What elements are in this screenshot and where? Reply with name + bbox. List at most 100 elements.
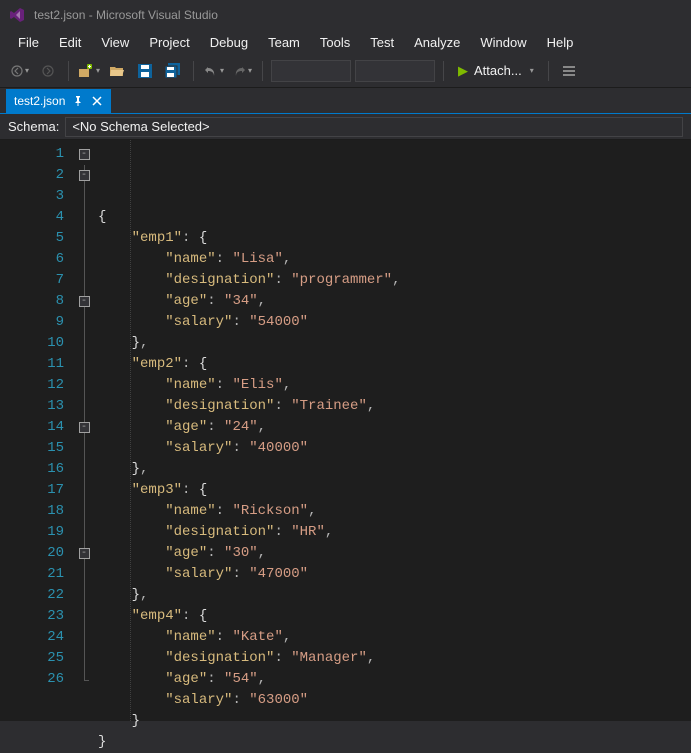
menu-test[interactable]: Test [360, 32, 404, 53]
code-line: "age": "24", [98, 417, 691, 438]
line-number: 6 [20, 249, 64, 270]
fold-toggle[interactable]: - [79, 296, 90, 307]
fold-toggle[interactable]: - [79, 548, 90, 559]
toolbar-separator [262, 61, 263, 81]
chevron-down-icon: ▾ [248, 66, 252, 75]
code-line: "name": "Rickson", [98, 501, 691, 522]
code-line: "salary": "40000" [98, 438, 691, 459]
undo-button[interactable]: ▾ [202, 59, 226, 83]
code-line: } [98, 732, 691, 753]
line-number: 24 [20, 627, 64, 648]
line-number: 5 [20, 228, 64, 249]
main-toolbar: ▾ ▾ ▾ ▾ ▶ Attach... ▾ [0, 54, 691, 88]
code-line: "age": "34", [98, 291, 691, 312]
nav-back-button[interactable]: ▾ [8, 59, 32, 83]
pin-icon[interactable] [73, 96, 83, 106]
close-icon[interactable] [91, 95, 103, 107]
line-number: 8 [20, 291, 64, 312]
toolbar-separator [193, 61, 194, 81]
fold-column: - - - - - [74, 140, 94, 721]
menu-team[interactable]: Team [258, 32, 310, 53]
chevron-down-icon: ▾ [530, 66, 534, 75]
line-number: 18 [20, 501, 64, 522]
fold-toggle[interactable]: - [79, 170, 90, 181]
toolbar-separator [68, 61, 69, 81]
toolbar-overflow-button[interactable] [557, 59, 581, 83]
line-number: 10 [20, 333, 64, 354]
code-line: }, [98, 459, 691, 480]
line-number: 11 [20, 354, 64, 375]
save-all-button[interactable] [161, 59, 185, 83]
fold-toggle[interactable]: - [79, 422, 90, 433]
line-number: 20 [20, 543, 64, 564]
line-number: 3 [20, 186, 64, 207]
line-number: 7 [20, 270, 64, 291]
attach-label: Attach... [474, 63, 522, 78]
line-number: 1 [20, 144, 64, 165]
attach-button[interactable]: ▶ Attach... ▾ [452, 59, 540, 83]
line-number: 23 [20, 606, 64, 627]
menu-view[interactable]: View [91, 32, 139, 53]
schema-bar: Schema: <No Schema Selected> [0, 114, 691, 140]
window-title: test2.json - Microsoft Visual Studio [34, 8, 218, 22]
code-line: "name": "Lisa", [98, 249, 691, 270]
code-line: }, [98, 585, 691, 606]
line-number: 14 [20, 417, 64, 438]
toolbar-separator [548, 61, 549, 81]
schema-label: Schema: [8, 119, 59, 134]
menu-edit[interactable]: Edit [49, 32, 91, 53]
chevron-down-icon: ▾ [25, 66, 29, 75]
code-line: "designation": "Trainee", [98, 396, 691, 417]
tab-label: test2.json [14, 94, 65, 108]
nav-forward-button[interactable] [36, 59, 60, 83]
code-line: "salary": "54000" [98, 312, 691, 333]
code-area[interactable]: { "emp1": { "name": "Lisa", "designation… [94, 140, 691, 721]
code-line: "name": "Elis", [98, 375, 691, 396]
code-line: "designation": "Manager", [98, 648, 691, 669]
schema-combo[interactable]: <No Schema Selected> [65, 117, 683, 137]
new-project-button[interactable]: ▾ [77, 59, 101, 83]
code-line: "age": "30", [98, 543, 691, 564]
code-line: "emp1": { [98, 228, 691, 249]
line-number: 15 [20, 438, 64, 459]
line-number: 19 [20, 522, 64, 543]
code-line: "designation": "programmer", [98, 270, 691, 291]
menu-analyze[interactable]: Analyze [404, 32, 470, 53]
document-tabstrip: test2.json [0, 88, 691, 114]
menu-file[interactable]: File [8, 32, 49, 53]
line-number: 16 [20, 459, 64, 480]
code-line: "salary": "47000" [98, 564, 691, 585]
open-file-button[interactable] [105, 59, 129, 83]
schema-value: <No Schema Selected> [72, 119, 209, 134]
chevron-down-icon: ▾ [96, 66, 100, 75]
line-number: 17 [20, 480, 64, 501]
solution-config-combo[interactable] [271, 60, 351, 82]
tab-test2-json[interactable]: test2.json [6, 89, 111, 113]
line-number: 13 [20, 396, 64, 417]
code-line: { [98, 207, 691, 228]
line-number: 26 [20, 669, 64, 690]
menu-project[interactable]: Project [139, 32, 199, 53]
save-button[interactable] [133, 59, 157, 83]
code-editor[interactable]: 1234567891011121314151617181920212223242… [0, 140, 691, 721]
line-number: 12 [20, 375, 64, 396]
menu-window[interactable]: Window [470, 32, 536, 53]
menu-debug[interactable]: Debug [200, 32, 258, 53]
code-line: "emp4": { [98, 606, 691, 627]
line-number: 2 [20, 165, 64, 186]
line-number-gutter: 1234567891011121314151617181920212223242… [0, 140, 74, 721]
code-line: "age": "54", [98, 669, 691, 690]
line-number: 22 [20, 585, 64, 606]
code-line: "name": "Kate", [98, 627, 691, 648]
menu-tools[interactable]: Tools [310, 32, 360, 53]
code-line: }, [98, 333, 691, 354]
redo-button[interactable]: ▾ [230, 59, 254, 83]
code-line: "designation": "HR", [98, 522, 691, 543]
code-line: } [98, 711, 691, 732]
menu-bar: FileEditViewProjectDebugTeamToolsTestAna… [0, 30, 691, 54]
code-line: "salary": "63000" [98, 690, 691, 711]
fold-toggle[interactable]: - [79, 149, 90, 160]
solution-platform-combo[interactable] [355, 60, 435, 82]
menu-help[interactable]: Help [537, 32, 584, 53]
window-titlebar: test2.json - Microsoft Visual Studio [0, 0, 691, 30]
